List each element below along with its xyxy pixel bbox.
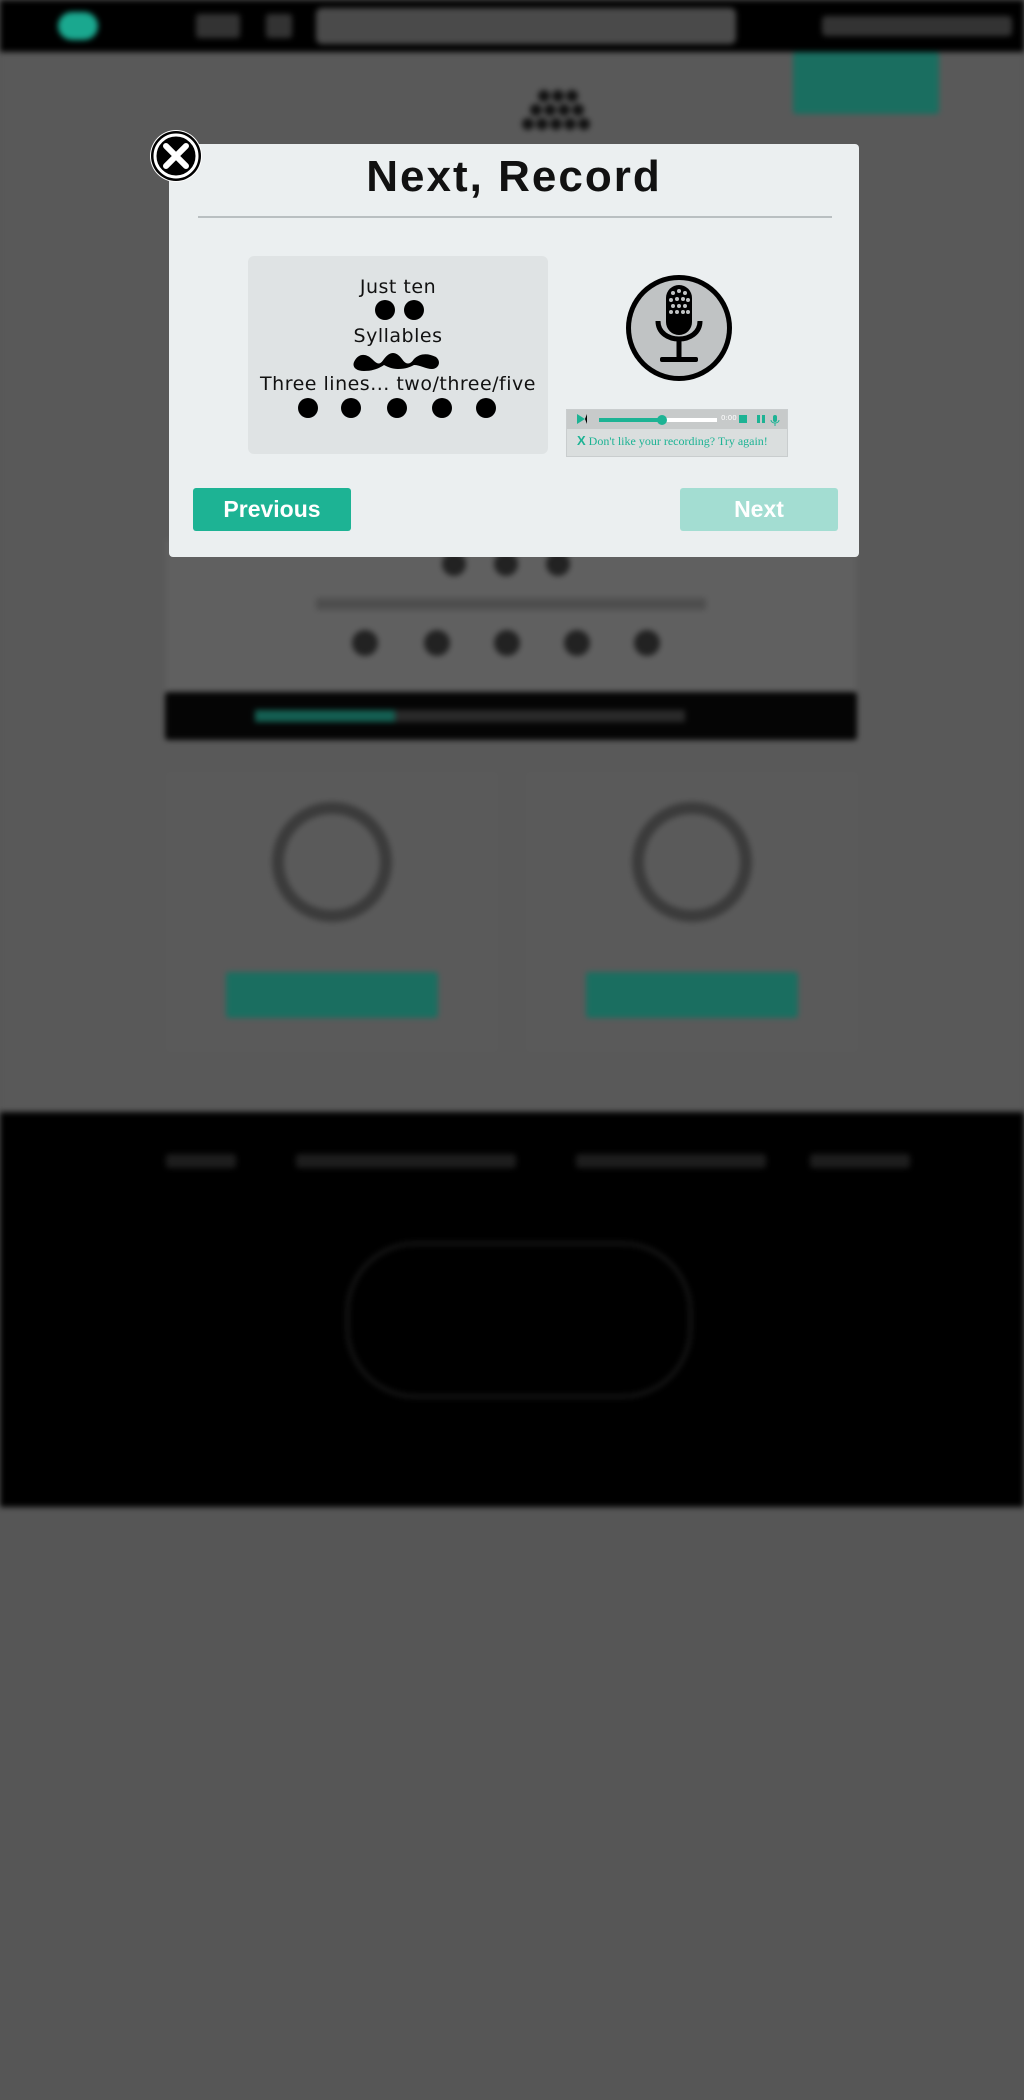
top-nav-bar — [0, 0, 1024, 52]
site-footer — [0, 1112, 1024, 1507]
featured-audio-player — [165, 692, 857, 740]
syllable-dot — [298, 398, 318, 418]
retry-text: Don't like your recording? Try again! — [588, 434, 768, 448]
nav-icon — [196, 14, 240, 38]
record-microphone-button[interactable] — [624, 273, 734, 383]
syllable-dot — [375, 300, 395, 320]
syllable-dot — [387, 398, 407, 418]
playback-time: 0:00 — [721, 414, 737, 422]
seek-handle[interactable] — [656, 415, 667, 425]
retry-recording-link[interactable]: X Don't like your recording? Try again! — [577, 433, 768, 449]
stop-icon[interactable] — [739, 415, 747, 423]
example-line-2: Syllables — [353, 325, 443, 347]
player-controls: 0:00 — [567, 410, 787, 429]
syllable-dot — [476, 398, 496, 418]
search-bar — [316, 8, 736, 44]
close-icon — [151, 131, 201, 181]
search-tile — [526, 772, 858, 1052]
site-logo — [58, 12, 98, 40]
create-tile — [166, 772, 498, 1052]
microphone-icon — [626, 275, 732, 381]
close-modal-button[interactable] — [150, 130, 202, 182]
haiku-example-card: Just ten Syllables Three lines... two/th… — [248, 256, 548, 454]
nav-icon — [266, 14, 292, 38]
example-line-1: Just ten — [359, 276, 437, 298]
mic-small-icon[interactable] — [770, 414, 780, 426]
previous-button[interactable]: Previous — [193, 488, 351, 531]
next-button[interactable]: Next — [680, 488, 838, 531]
recording-player: 0:00 X Don't like your recording? Try aga… — [566, 409, 788, 457]
retry-x-icon: X — [577, 433, 586, 448]
example-line-3: Three lines... two/three/five — [260, 373, 536, 395]
featured-haiku-card — [166, 540, 856, 700]
play-icon[interactable] — [577, 414, 587, 424]
title-divider — [198, 216, 832, 218]
record-modal: Next, Record Just ten Syllables Three li… — [169, 144, 859, 557]
modal-title: Next, Record — [366, 152, 662, 201]
user-menu — [822, 16, 1012, 36]
syllable-dot — [432, 398, 452, 418]
wave-syllables-icon — [353, 353, 439, 371]
syllable-dot — [341, 398, 361, 418]
pause-icon[interactable] — [757, 415, 765, 423]
syllable-dot — [404, 300, 424, 320]
seek-bar[interactable] — [599, 415, 717, 425]
seek-bar-fill — [599, 418, 662, 422]
user-dropdown — [793, 52, 939, 114]
